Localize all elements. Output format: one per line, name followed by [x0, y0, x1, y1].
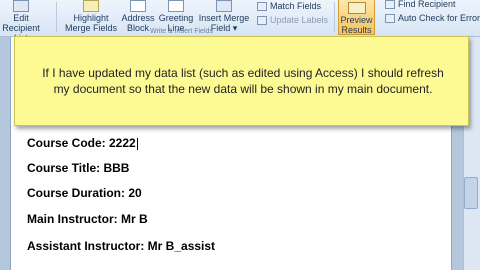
assistant-instructor-field: Assistant Instructor: Mr B_assist	[27, 239, 216, 253]
ribbon-separator	[56, 2, 57, 32]
find-recipient-button[interactable]: Find Recipient	[385, 0, 456, 10]
preview-label-1: Preview	[340, 15, 373, 25]
callout-text: If I have updated my data list (such as …	[42, 66, 444, 96]
update-labels-button[interactable]: Update Labels	[257, 15, 329, 26]
match-fields-button[interactable]: Match Fields	[257, 1, 322, 12]
preview-results-button[interactable]: Preview Results	[338, 0, 375, 35]
edit-list-icon	[13, 0, 29, 12]
greeting-line-icon	[168, 0, 184, 12]
course-code-text: Course Code: 2222	[27, 136, 136, 150]
highlight-label-1: Highlight	[73, 13, 109, 23]
insert-merge-field-icon	[216, 0, 232, 12]
match-fields-label: Match Fields	[270, 1, 322, 11]
highlight-merge-fields-button[interactable]: Highlight Merge Fields	[62, 0, 120, 33]
address-label-1: Address	[121, 13, 155, 23]
scrollbar-thumb[interactable]	[464, 177, 478, 209]
text-cursor	[136, 137, 138, 150]
match-fields-icon	[257, 2, 267, 12]
course-code-field: Course Code: 2222	[27, 136, 138, 150]
update-labels-icon	[257, 16, 267, 26]
auto-check-errors-button[interactable]: Auto Check for Errors	[385, 13, 480, 24]
auto-check-icon	[385, 14, 395, 24]
ribbon: Edit Recipient List Highlight Merge Fiel…	[0, 0, 480, 43]
highlight-icon	[83, 0, 99, 12]
preview-results-content: Preview Results	[339, 2, 374, 35]
course-duration-field: Course Duration: 20	[27, 186, 142, 200]
preview-label-2: Results	[341, 25, 372, 35]
update-labels-label: Update Labels	[270, 15, 329, 25]
callout-note: If I have updated my data list (such as …	[14, 36, 469, 126]
insert-label-1: Insert Merge	[198, 13, 250, 23]
find-recipient-icon	[385, 0, 395, 10]
auto-check-label: Auto Check for Errors	[398, 13, 480, 23]
edit-label-1: Edit	[13, 13, 29, 23]
course-title-field: Course Title: BBB	[27, 161, 130, 175]
find-recipient-label: Find Recipient	[398, 0, 456, 9]
highlight-label-2: Merge Fields	[64, 23, 118, 33]
address-block-icon	[130, 0, 146, 12]
ribbon-separator	[334, 2, 335, 32]
greeting-label-1: Greeting	[158, 13, 194, 23]
main-instructor-field: Main Instructor: Mr B	[27, 212, 148, 226]
preview-results-icon	[347, 2, 366, 14]
group-label: Write & Insert Fields	[150, 28, 213, 35]
